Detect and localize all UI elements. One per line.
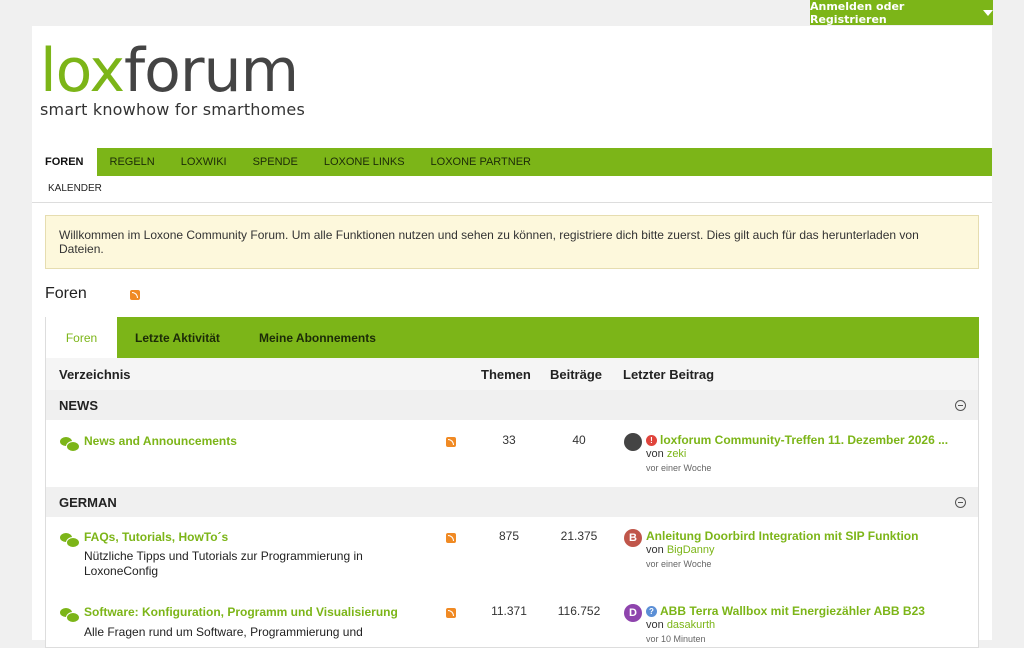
- site-logo[interactable]: loxforum smart knowhow for smarthomes: [40, 38, 305, 119]
- top-bar: Anmelden oder Registrieren: [0, 0, 1024, 26]
- header-verzeichnis: Verzeichnis: [59, 367, 131, 382]
- nav-item-spende[interactable]: SPENDE: [240, 148, 311, 176]
- last-post-title: ABB Terra Wallbox mit Energiezähler ABB …: [660, 604, 925, 618]
- welcome-notice: Willkommen im Loxone Community Forum. Um…: [45, 215, 979, 269]
- sub-nav: KALENDER: [32, 176, 992, 203]
- nav-item-loxone-links[interactable]: LOXONE LINKS: [311, 148, 418, 176]
- forum-tabs: Foren Letzte Aktivität Meine Abonnements: [45, 317, 979, 358]
- nav-item-loxwiki[interactable]: LOXWIKI: [168, 148, 240, 176]
- post-count: 116.752: [557, 604, 601, 618]
- author-prefix: von: [646, 448, 664, 460]
- table-header: Verzeichnis Themen Beiträge Letzter Beit…: [46, 358, 978, 391]
- forum-bubbles-icon: [60, 437, 80, 452]
- page-title: Foren: [45, 285, 87, 302]
- last-post-title-link[interactable]: ! loxforum Community-Treffen 11. Dezembe…: [646, 433, 948, 447]
- forum-bubbles-icon: [60, 533, 80, 548]
- last-post-author: von BigDanny: [646, 544, 715, 556]
- tab-meine-abonnements[interactable]: Meine Abonnements: [259, 317, 376, 358]
- author-prefix: von: [646, 544, 664, 556]
- last-post-author: von zeki: [646, 448, 686, 460]
- last-post-author: von dasakurth: [646, 619, 715, 631]
- tab-letzte-aktivitaet[interactable]: Letzte Aktivität: [135, 317, 220, 358]
- category-row: NEWS: [46, 390, 978, 421]
- header-letzter-beitrag: Letzter Beitrag: [623, 367, 715, 382]
- forum-title[interactable]: FAQs, Tutorials, HowTo´s: [84, 530, 228, 544]
- forum-bubbles-icon: [60, 608, 80, 623]
- page-container: loxforum smart knowhow for smarthomes FO…: [32, 26, 992, 648]
- last-post-time: vor einer Woche: [646, 463, 712, 473]
- rss-icon[interactable]: [446, 608, 456, 618]
- header-beitraege: Beiträge: [550, 367, 603, 382]
- logo-part-forum: forum: [124, 36, 299, 106]
- author-link[interactable]: dasakurth: [667, 619, 715, 631]
- nav-item-loxone-partner[interactable]: LOXONE PARTNER: [418, 148, 544, 176]
- rss-icon[interactable]: [446, 437, 456, 447]
- login-register-label: Anmelden oder Registrieren: [810, 0, 905, 26]
- forum-title[interactable]: Software: Konfiguration, Programm und Vi…: [84, 605, 398, 619]
- rss-icon[interactable]: [130, 290, 140, 300]
- forum-description: Nützliche Tipps und Tutorials zur Progra…: [84, 549, 363, 578]
- last-post-title-link[interactable]: ? ABB Terra Wallbox mit Energiezähler AB…: [646, 604, 925, 618]
- nav-item-regeln[interactable]: REGELN: [97, 148, 168, 176]
- author-link[interactable]: zeki: [667, 448, 687, 460]
- forum-title[interactable]: News and Announcements: [84, 434, 237, 448]
- topic-count: 11.371: [491, 604, 527, 618]
- category-name[interactable]: GERMAN: [59, 495, 117, 510]
- collapse-icon[interactable]: [955, 497, 966, 508]
- avatar[interactable]: [624, 433, 642, 451]
- subnav-item-kalender[interactable]: KALENDER: [48, 183, 102, 194]
- header-themen: Themen: [481, 367, 531, 382]
- post-count: 40: [572, 433, 586, 447]
- alert-icon: !: [646, 434, 657, 446]
- last-post-title[interactable]: Anleitung Doorbird Integration mit SIP F…: [646, 529, 918, 543]
- forum-row: News and Announcements 33 40 ! loxforum …: [46, 420, 978, 488]
- main-nav: FOREN REGELN LOXWIKI SPENDE LOXONE LINKS…: [32, 148, 992, 176]
- author-link[interactable]: BigDanny: [667, 544, 715, 556]
- forum-row: FAQs, Tutorials, HowTo´s Nützliche Tipps…: [46, 517, 978, 593]
- post-count: 21.375: [560, 529, 598, 543]
- avatar[interactable]: D: [624, 604, 642, 622]
- topic-count: 33: [502, 433, 516, 447]
- rss-icon[interactable]: [446, 533, 456, 543]
- category-name[interactable]: NEWS: [59, 398, 98, 413]
- topic-count: 875: [498, 529, 520, 543]
- collapse-icon[interactable]: [955, 400, 966, 411]
- last-post-time: vor einer Woche: [646, 559, 712, 569]
- tab-foren[interactable]: Foren: [45, 317, 117, 358]
- nav-item-foren[interactable]: FOREN: [32, 148, 97, 176]
- logo-tagline: smart knowhow for smarthomes: [40, 100, 306, 119]
- forum-description: Alle Fragen rund um Software, Programmie…: [84, 625, 363, 639]
- logo-part-lox: lox: [40, 36, 125, 106]
- last-post-time: vor 10 Minuten: [646, 634, 706, 644]
- caret-down-icon: [983, 9, 993, 16]
- last-post-title: loxforum Community-Treffen 11. Dezember …: [660, 433, 949, 447]
- avatar[interactable]: B: [624, 529, 642, 547]
- author-prefix: von: [646, 619, 664, 631]
- category-row: GERMAN: [46, 487, 978, 518]
- forum-table: Verzeichnis Themen Beiträge Letzter Beit…: [45, 358, 979, 648]
- question-icon: ?: [646, 605, 657, 617]
- login-register-button[interactable]: Anmelden oder Registrieren: [810, 0, 993, 26]
